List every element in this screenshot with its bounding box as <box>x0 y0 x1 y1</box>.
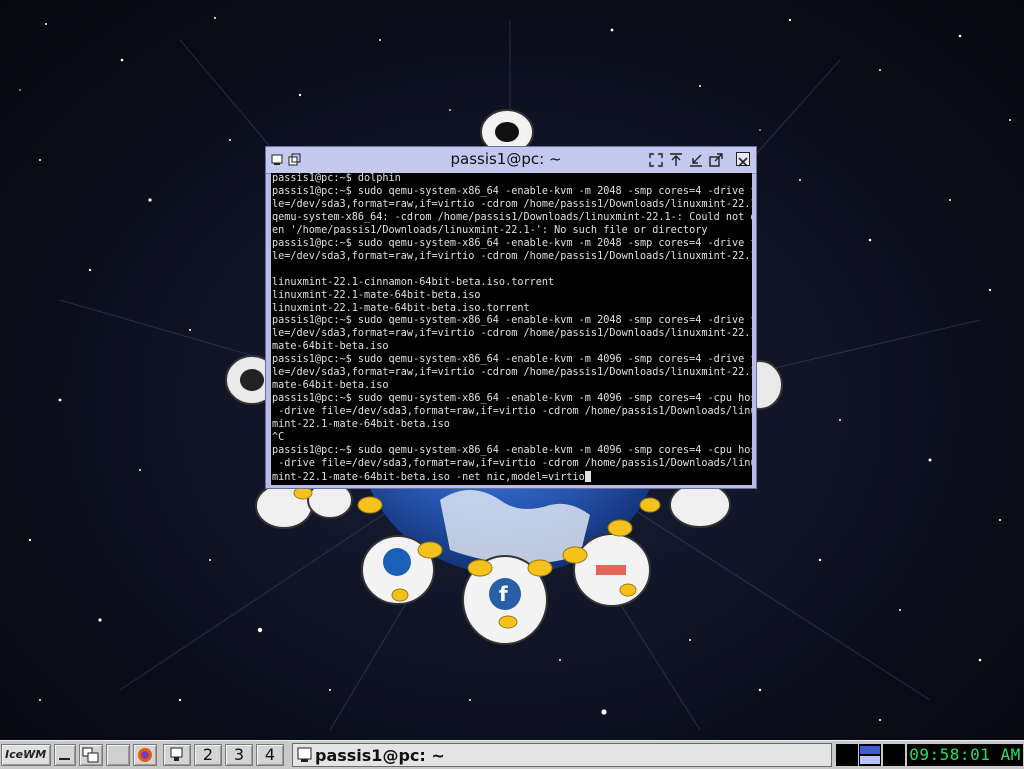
window-list-icon <box>82 747 99 763</box>
terminal-line: -drive file=/dev/sda3,format=raw,if=virt… <box>272 457 752 469</box>
icewm-logo: IceWM <box>5 748 47 761</box>
svg-text:f: f <box>499 582 508 606</box>
terminal-line: mate-64bit-beta.iso <box>272 380 389 392</box>
firefox-icon <box>138 748 152 762</box>
terminal-task-icon <box>297 747 312 762</box>
cpu-monitor[interactable] <box>836 744 858 766</box>
show-desktop-button[interactable] <box>54 744 76 766</box>
empty-launcher-slot[interactable] <box>106 744 130 766</box>
terminal-line: linuxmint-22.1-mate-64bit-beta.iso.torre… <box>272 302 530 314</box>
terminal-line: passis1@pc:~$ sudo qemu-system-x86_64 -e… <box>272 354 752 366</box>
window-title: passis1@pc: ~ <box>450 150 562 168</box>
minimize-all-icon <box>59 758 70 760</box>
task-label: passis1@pc: ~ <box>315 746 445 765</box>
network-monitor[interactable] <box>859 744 881 766</box>
terminal-text: passis1@pc:~$ dolphin passis1@pc:~$ sudo … <box>271 173 752 485</box>
text-cursor <box>584 470 591 482</box>
window-restore-icon[interactable] <box>288 152 302 166</box>
mail-monitor[interactable] <box>883 744 905 766</box>
terminal-window[interactable]: passis1@pc: ~ passis1@pc:~$ dolphin passi… <box>265 146 757 489</box>
taskbar: IceWM 2 3 4 passis1@pc: ~ 09:58:01 AM <box>0 740 1024 769</box>
maximize-icon[interactable] <box>709 152 723 167</box>
terminal-line: mint-22.1-mate-64bit-beta.iso <box>272 419 450 431</box>
window-menu-icon[interactable] <box>271 152 285 166</box>
window-list-button[interactable] <box>79 744 103 766</box>
start-menu-button[interactable]: IceWM <box>1 744 51 766</box>
terminal-line: qemu-system-x86_64: -cdrom /home/passis1… <box>272 211 752 223</box>
network-activity-bar-2 <box>860 756 880 764</box>
terminal-line: le=/dev/sda3,format=raw,if=virtio -cdrom… <box>272 198 752 210</box>
terminal-line: passis1@pc:~$ dolphin <box>272 173 401 184</box>
terminal-line: le=/dev/sda3,format=raw,if=virtio -cdrom… <box>272 250 752 262</box>
terminal-line: linuxmint-22.1-mate-64bit-beta.iso <box>272 289 481 301</box>
fullscreen-icon[interactable] <box>649 152 663 167</box>
workspace-3-button[interactable]: 3 <box>225 744 253 766</box>
terminal-line: passis1@pc:~$ sudo qemu-system-x86_64 -e… <box>272 185 752 197</box>
terminal-line: le=/dev/sda3,format=raw,if=virtio -cdrom… <box>272 328 752 340</box>
firefox-launcher[interactable] <box>133 744 157 766</box>
terminal-output[interactable]: passis1@pc:~$ dolphin passis1@pc:~$ sudo … <box>271 173 752 485</box>
terminal-line: -drive file=/dev/sda3,format=raw,if=virt… <box>272 406 752 418</box>
terminal-line: passis1@pc:~$ sudo qemu-system-x86_64 -e… <box>272 315 752 327</box>
terminal-line: ^C <box>272 432 285 444</box>
terminal-line: passis1@pc:~$ sudo qemu-system-x86_64 -e… <box>272 237 752 249</box>
terminal-workspace-icon <box>170 747 183 761</box>
clock[interactable]: 09:58:01 AM <box>907 744 1023 766</box>
terminal-line: passis1@pc:~$ sudo qemu-system-x86_64 -e… <box>272 393 752 405</box>
workspace-4-button[interactable]: 4 <box>256 744 284 766</box>
terminal-line: linuxmint-22.1-cinnamon-64bit-beta.iso.t… <box>272 276 555 288</box>
terminal-line: le=/dev/sda3,format=raw,if=virtio -cdrom… <box>272 367 752 379</box>
rollup-icon[interactable] <box>669 152 683 166</box>
terminal-line: passis1@pc:~$ sudo qemu-system-x86_64 -e… <box>272 445 752 457</box>
workspace-1-button[interactable] <box>163 744 191 766</box>
terminal-line: en '/home/passis1/Downloads/linuxmint-22… <box>272 224 708 236</box>
terminal-line: mate-64bit-beta.iso <box>272 341 389 353</box>
taskbar-task-terminal[interactable]: passis1@pc: ~ <box>292 743 832 767</box>
terminal-titlebar[interactable]: passis1@pc: ~ <box>266 147 756 174</box>
network-activity-bar <box>860 746 880 754</box>
close-icon[interactable] <box>736 152 750 167</box>
workspace-2-button[interactable]: 2 <box>194 744 222 766</box>
terminal-line: mint-22.1-mate-64bit-beta.iso -net nic,m… <box>272 470 752 485</box>
minimize-icon[interactable] <box>689 152 703 167</box>
